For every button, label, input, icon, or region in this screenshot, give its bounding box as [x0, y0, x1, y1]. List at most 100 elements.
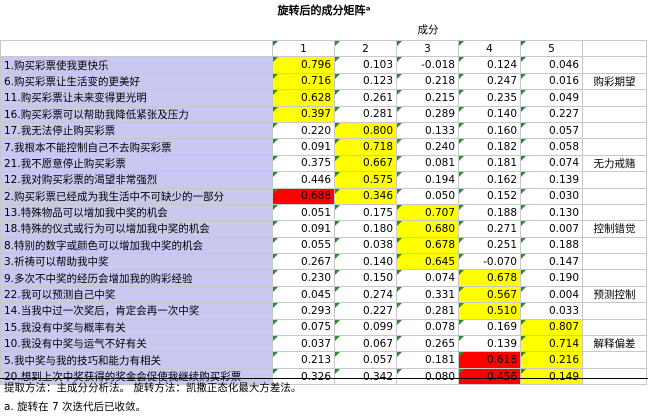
header-blank-category-cell[interactable] [582, 39, 647, 58]
category-label[interactable]: 无力戒赌 [582, 154, 647, 173]
loading-cell-component-5[interactable]: 0.058 [520, 138, 583, 156]
loading-cell-component-4[interactable]: 0.678 [458, 269, 521, 287]
loading-cell-component-5[interactable]: 0.130 [520, 203, 583, 222]
category-cell[interactable] [582, 351, 647, 369]
loading-cell-component-1[interactable]: 0.716 [272, 72, 335, 91]
item-label[interactable]: 5.我中奖与我的技巧和能力有相关 [0, 351, 273, 369]
category-cell[interactable] [582, 203, 647, 222]
loading-cell-component-3[interactable]: 0.289 [396, 105, 459, 123]
loading-cell-component-2[interactable]: 0.281 [334, 105, 397, 123]
loading-cell-component-3[interactable]: 0.281 [396, 302, 459, 320]
loading-cell-component-2[interactable]: 0.140 [334, 253, 397, 271]
loading-cell-component-4[interactable]: 0.456 [458, 367, 521, 386]
loading-cell-component-4[interactable]: 0.162 [458, 171, 521, 189]
category-cell[interactable] [582, 302, 647, 320]
loading-cell-component-3[interactable]: 0.331 [396, 285, 459, 304]
loading-cell-component-2[interactable]: 0.103 [334, 56, 397, 74]
item-label[interactable]: 12.我对购买彩票的渴望非常强烈 [0, 171, 273, 189]
item-label[interactable]: 1.购买彩票使我更快乐 [0, 56, 273, 74]
loading-cell-component-4[interactable]: 0.182 [458, 138, 521, 156]
loading-cell-component-2[interactable]: 0.261 [334, 89, 397, 107]
loading-cell-component-5[interactable]: 0.004 [520, 285, 583, 304]
item-label[interactable]: 7.我根本不能控制自己不去购买彩票 [0, 138, 273, 156]
category-label[interactable]: 购彩期望 [582, 72, 647, 91]
loading-cell-component-5[interactable]: 0.033 [520, 302, 583, 320]
category-cell[interactable] [582, 105, 647, 123]
loading-cell-component-2[interactable]: 0.342 [334, 367, 397, 386]
loading-cell-component-4[interactable]: 0.251 [458, 236, 521, 255]
loading-cell-component-4[interactable]: 0.181 [458, 154, 521, 173]
item-label[interactable]: 8.特别的数字或颜色可以增加我中奖的机会 [0, 236, 273, 255]
category-label[interactable]: 预测控制 [582, 285, 647, 304]
item-label[interactable]: 15.我没有中奖与概率有关 [0, 318, 273, 337]
loading-cell-component-1[interactable]: 0.045 [272, 285, 335, 304]
loading-cell-component-4[interactable]: 0.188 [458, 203, 521, 222]
loading-cell-component-2[interactable]: 0.346 [334, 187, 397, 205]
loading-cell-component-3[interactable]: 0.074 [396, 269, 459, 287]
loading-cell-component-2[interactable]: 0.067 [334, 335, 397, 353]
loading-cell-component-3[interactable]: 0.680 [396, 220, 459, 238]
loading-cell-component-5[interactable]: 0.216 [520, 351, 583, 369]
loading-cell-component-1[interactable]: 0.051 [272, 203, 335, 222]
loading-cell-component-2[interactable]: 0.227 [334, 302, 397, 320]
item-label[interactable]: 2.购买彩票已经成为我生活中不可缺少的一部分 [0, 187, 273, 205]
loading-cell-component-4[interactable]: 0.271 [458, 220, 521, 238]
loading-cell-component-4[interactable]: 0.618 [458, 351, 521, 369]
loading-cell-component-2[interactable]: 0.575 [334, 171, 397, 189]
item-label[interactable]: 16.购买彩票可以帮助我降低紧张及压力 [0, 105, 273, 123]
item-label[interactable]: 9.多次不中奖的经历会增加我的购彩经验 [0, 269, 273, 287]
loading-cell-component-1[interactable]: 0.628 [272, 89, 335, 107]
item-label[interactable]: 6.购买彩票让生活变的更美好 [0, 72, 273, 91]
loading-cell-component-2[interactable]: 0.038 [334, 236, 397, 255]
category-label[interactable]: 控制错觉 [582, 220, 647, 238]
loading-cell-component-4[interactable]: 0.235 [458, 89, 521, 107]
loading-cell-component-1[interactable]: 0.446 [272, 171, 335, 189]
category-cell[interactable] [582, 187, 647, 205]
category-cell[interactable] [582, 269, 647, 287]
loading-cell-component-4[interactable]: 0.152 [458, 187, 521, 205]
loading-cell-component-2[interactable]: 0.718 [334, 138, 397, 156]
loading-cell-component-4[interactable]: 0.124 [458, 56, 521, 74]
loading-cell-component-2[interactable]: 0.274 [334, 285, 397, 304]
loading-cell-component-1[interactable]: 0.055 [272, 236, 335, 255]
loading-cell-component-5[interactable]: 0.057 [520, 121, 583, 140]
item-label[interactable]: 3.祈祷可以帮助我中奖 [0, 253, 273, 271]
loading-cell-component-3[interactable]: 0.194 [396, 171, 459, 189]
category-cell[interactable] [582, 253, 647, 271]
loading-cell-component-1[interactable]: 0.397 [272, 105, 335, 123]
loading-cell-component-3[interactable]: 0.181 [396, 351, 459, 369]
loading-cell-component-4[interactable]: -0.070 [458, 253, 521, 271]
loading-cell-component-3[interactable]: 0.133 [396, 121, 459, 140]
loading-cell-component-2[interactable]: 0.150 [334, 269, 397, 287]
component-header-5[interactable]: 5 [520, 39, 583, 58]
loading-cell-component-4[interactable]: 0.139 [458, 335, 521, 353]
loading-cell-component-4[interactable]: 0.160 [458, 121, 521, 140]
header-blank-cell[interactable] [0, 39, 273, 58]
loading-cell-component-5[interactable]: 0.190 [520, 269, 583, 287]
loading-cell-component-1[interactable]: 0.091 [272, 138, 335, 156]
item-label[interactable]: 17.我无法停止购买彩票 [0, 121, 273, 140]
loading-cell-component-1[interactable]: 0.688 [272, 187, 335, 205]
item-label[interactable]: 18.特殊的仪式或行为可以增加我中奖的机会 [0, 220, 273, 238]
item-label[interactable]: 10.我没有中奖与运气不好有关 [0, 335, 273, 353]
loading-cell-component-2[interactable]: 0.175 [334, 203, 397, 222]
category-cell[interactable] [582, 236, 647, 255]
loading-cell-component-5[interactable]: 0.016 [520, 72, 583, 91]
loading-cell-component-1[interactable]: 0.375 [272, 154, 335, 173]
loading-cell-component-2[interactable]: 0.667 [334, 154, 397, 173]
loading-cell-component-4[interactable]: 0.567 [458, 285, 521, 304]
item-label[interactable]: 22.我可以预测自己中奖 [0, 285, 273, 304]
category-cell[interactable] [582, 318, 647, 337]
category-label[interactable]: 解释偏差 [582, 335, 647, 353]
category-cell[interactable] [582, 56, 647, 74]
loading-cell-component-3[interactable]: 0.678 [396, 236, 459, 255]
loading-cell-component-1[interactable]: 0.075 [272, 318, 335, 337]
item-label[interactable]: 11.购买彩票让未来变得更光明 [0, 89, 273, 107]
item-label[interactable]: 14.当我中过一次奖后，肯定会再一次中奖 [0, 302, 273, 320]
loading-cell-component-3[interactable]: 0.081 [396, 154, 459, 173]
loading-cell-component-5[interactable]: 0.807 [520, 318, 583, 337]
loading-cell-component-5[interactable]: 0.046 [520, 56, 583, 74]
loading-cell-component-3[interactable]: 0.215 [396, 89, 459, 107]
loading-cell-component-2[interactable]: 0.123 [334, 72, 397, 91]
loading-cell-component-5[interactable]: 0.049 [520, 89, 583, 107]
